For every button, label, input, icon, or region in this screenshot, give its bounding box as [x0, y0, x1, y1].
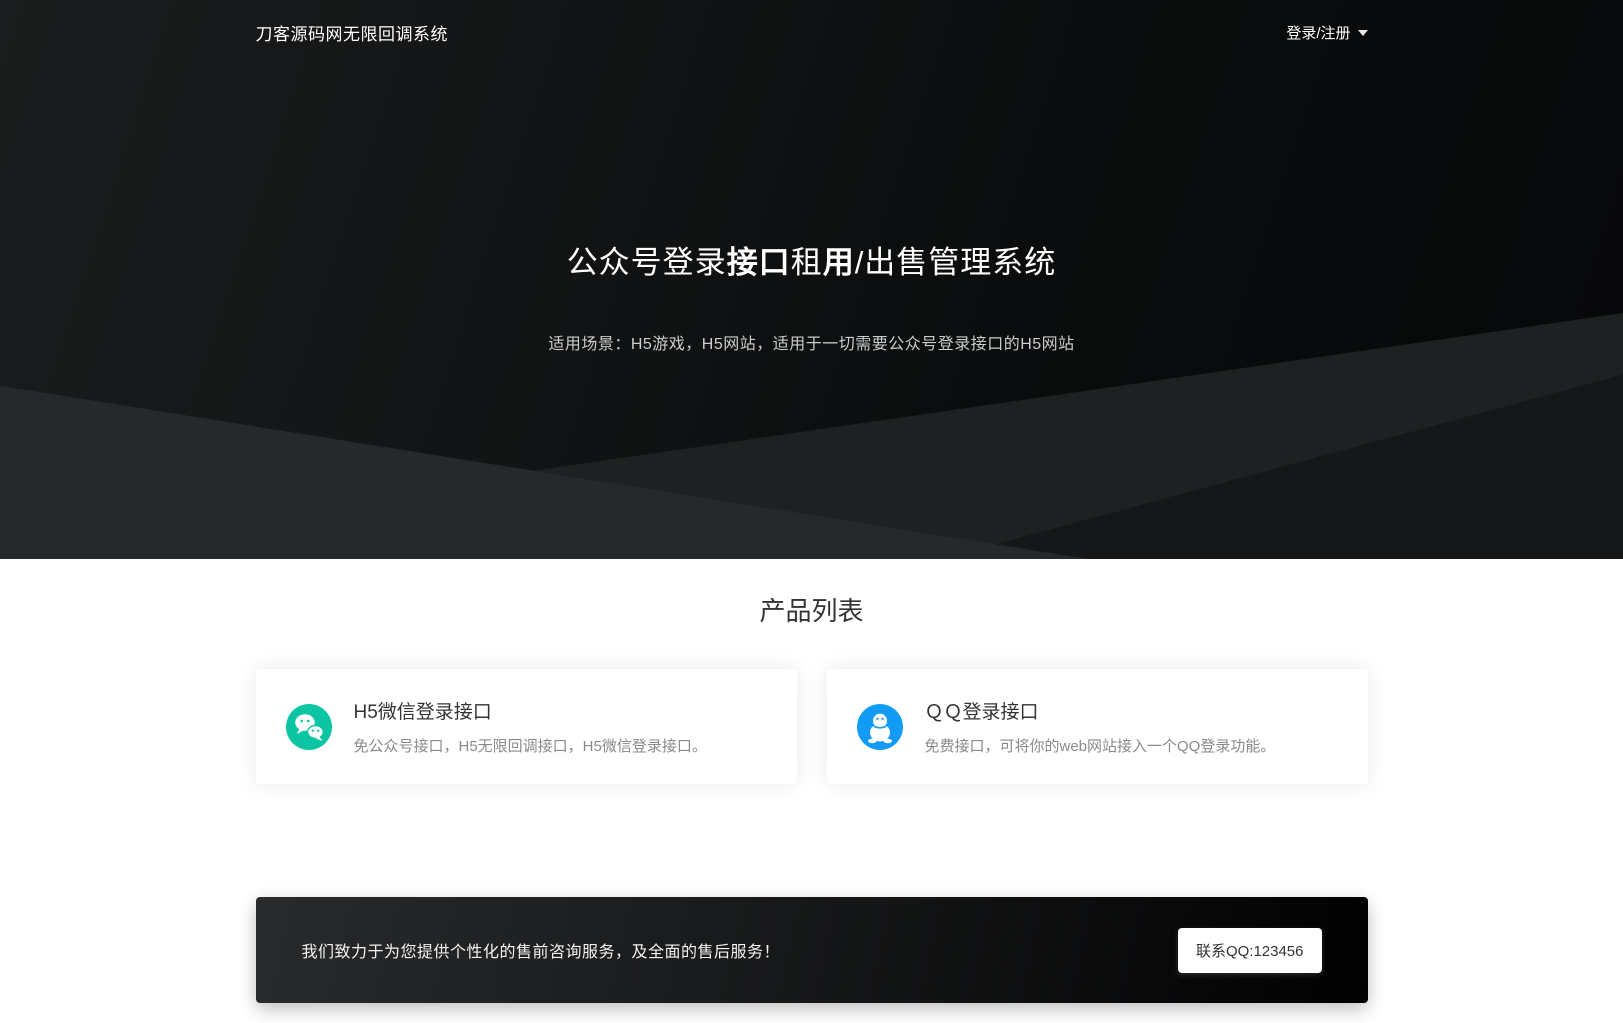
product-title: H5微信登录接口 — [354, 697, 707, 724]
login-register-dropdown[interactable]: 登录/注册 — [1286, 22, 1367, 43]
products-heading: 产品列表 — [0, 596, 1623, 627]
hero-title-segment: 公众号登录 — [567, 245, 727, 280]
wechat-icon — [286, 704, 332, 750]
hero-title-segment-bold: 接口 — [727, 245, 791, 280]
product-card-wechat[interactable]: H5微信登录接口 免公众号接口，H5无限回调接口，H5微信登录接口。 — [256, 669, 797, 784]
contact-qq-button[interactable]: 联系QQ:123456 — [1178, 928, 1322, 973]
hero-title-segment: 租 — [791, 245, 823, 280]
site-brand[interactable]: 刀客源码网无限回调系统 — [256, 20, 449, 45]
products-section: 产品列表 H5微信登录接口 免公众号接口，H5无限回调接口，H5微信登录接口。 — [0, 559, 1623, 1003]
product-description: 免费接口，可将你的web网站接入一个QQ登录功能。 — [925, 735, 1276, 756]
login-register-label: 登录/注册 — [1286, 22, 1350, 43]
product-card-text: ＱＱ登录接口 免费接口，可将你的web网站接入一个QQ登录功能。 — [925, 697, 1276, 756]
contact-banner: 我们致力于为您提供个性化的售前咨询服务，及全面的售后服务！ 联系QQ:12345… — [256, 897, 1368, 1003]
top-navbar: 刀客源码网无限回调系统 登录/注册 — [0, 0, 1623, 45]
product-description: 免公众号接口，H5无限回调接口，H5微信登录接口。 — [354, 735, 707, 756]
hero-title-segment-bold: 用 — [823, 245, 855, 280]
hero-title-segment: /出售管理系统 — [855, 245, 1057, 280]
hero-subtitle: 适用场景：H5游戏，H5网站，适用于一切需要公众号登录接口的H5网站 — [0, 330, 1623, 354]
qq-icon — [857, 704, 903, 750]
contact-banner-text: 我们致力于为您提供个性化的售前咨询服务，及全面的售后服务！ — [302, 938, 781, 962]
product-card-qq[interactable]: ＱＱ登录接口 免费接口，可将你的web网站接入一个QQ登录功能。 — [827, 669, 1368, 784]
hero-title: 公众号登录接口租用/出售管理系统 — [0, 237, 1623, 282]
chevron-down-icon — [1358, 30, 1368, 36]
product-title: ＱＱ登录接口 — [925, 697, 1276, 724]
hero-section: 刀客源码网无限回调系统 登录/注册 公众号登录接口租用/出售管理系统 适用场景：… — [0, 0, 1623, 559]
product-card-text: H5微信登录接口 免公众号接口，H5无限回调接口，H5微信登录接口。 — [354, 697, 707, 756]
product-card-row: H5微信登录接口 免公众号接口，H5无限回调接口，H5微信登录接口。 ＱＱ登录接… — [256, 669, 1368, 784]
